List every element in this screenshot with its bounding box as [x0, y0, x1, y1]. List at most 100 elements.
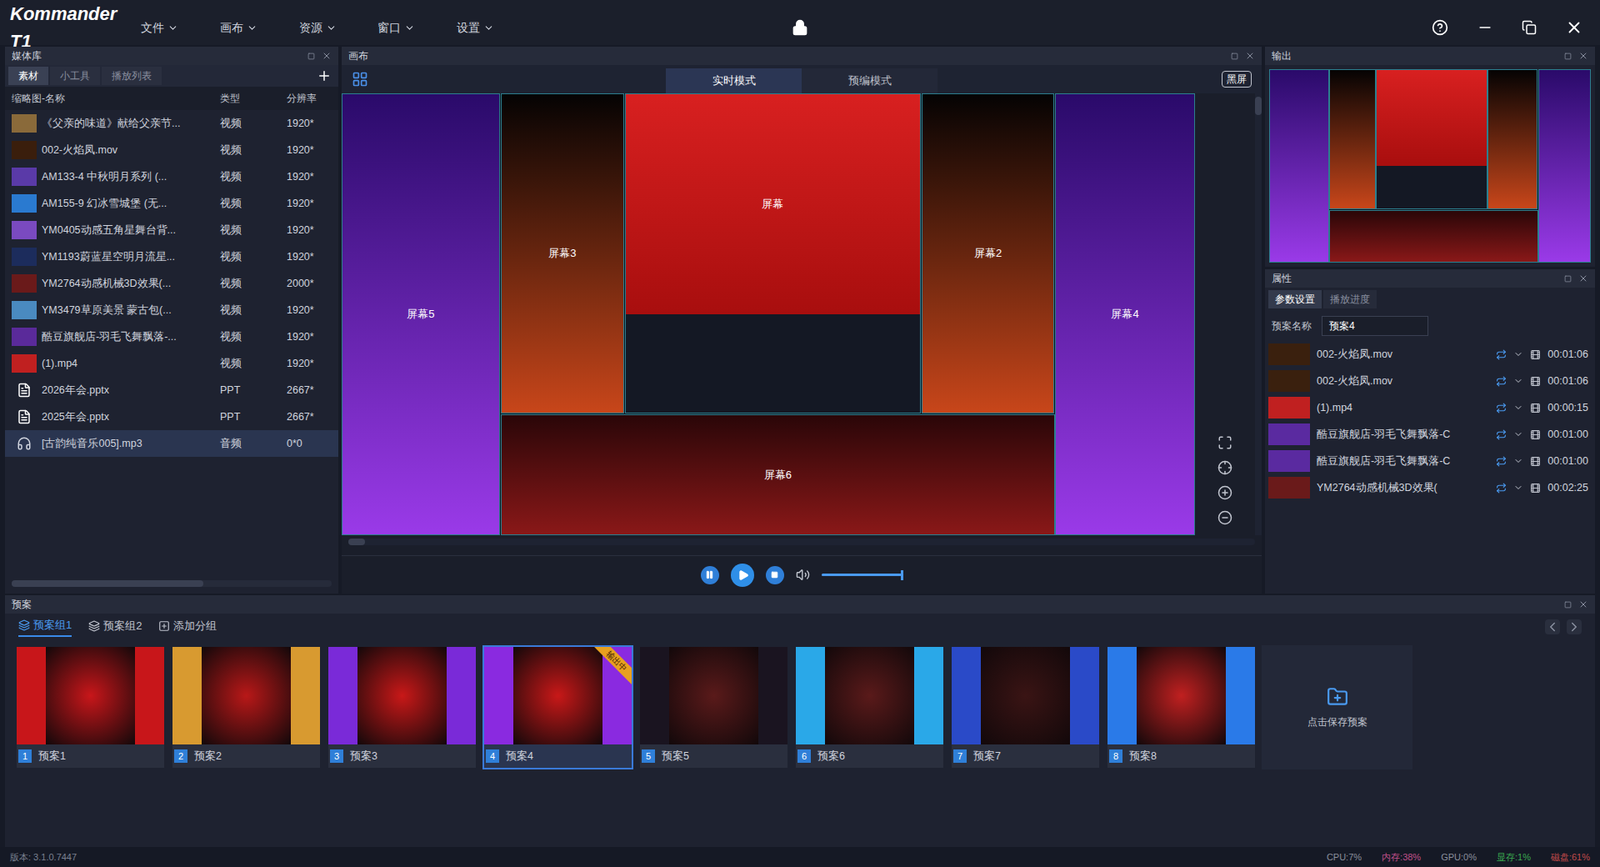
canvas-horizontal-scrollbar[interactable]: [348, 538, 1255, 545]
close-icon[interactable]: [321, 50, 332, 61]
close-icon[interactable]: [1578, 273, 1589, 284]
screen[interactable]: [1538, 69, 1591, 263]
pause-button[interactable]: [700, 565, 720, 585]
screen[interactable]: 屏幕5: [341, 93, 500, 535]
float-icon[interactable]: [1230, 52, 1239, 60]
dropdown-icon[interactable]: [1513, 402, 1524, 413]
close-icon[interactable]: [1578, 599, 1589, 610]
layout-grid-icon[interactable]: [351, 70, 369, 88]
menu-item[interactable]: 资源: [299, 19, 379, 37]
volume-icon[interactable]: [795, 567, 810, 582]
play-button[interactable]: [730, 563, 755, 587]
screen[interactable]: [1329, 69, 1376, 210]
fit-view-icon[interactable]: [1217, 435, 1233, 450]
float-icon[interactable]: [1564, 275, 1572, 283]
media-icon[interactable]: [1530, 402, 1541, 414]
horizontal-scrollbar[interactable]: [11, 580, 332, 587]
close-icon[interactable]: [1245, 50, 1255, 61]
save-preset-card[interactable]: 点击保存预案: [1261, 645, 1413, 770]
media-row[interactable]: YM1193蔚蓝星空明月流星...视频1920*: [5, 243, 339, 270]
loop-icon[interactable]: [1495, 455, 1507, 467]
preset-media-item[interactable]: 002-火焰凤.mov00:01:06: [1265, 367, 1595, 395]
preset-card[interactable]: 7预案7: [950, 645, 1101, 770]
media-row[interactable]: YM2764动感机械3D效果(...视频2000*: [5, 270, 339, 297]
menu-item[interactable]: 窗口: [377, 19, 457, 37]
restore-icon[interactable]: [1521, 20, 1537, 35]
close-icon[interactable]: [1578, 50, 1589, 61]
media-row[interactable]: 2025年会.pptxPPT2667*: [5, 403, 339, 430]
preset-card[interactable]: 8预案8: [1105, 645, 1257, 770]
minimize-icon[interactable]: [1476, 19, 1494, 36]
blackout-button[interactable]: 黑屏: [1221, 70, 1252, 88]
preset-group-tab[interactable]: 预案组1: [18, 616, 72, 637]
screen[interactable]: [1329, 210, 1539, 263]
zoom-out-icon[interactable]: [1217, 510, 1233, 525]
media-icon[interactable]: [1530, 349, 1541, 360]
vertical-scrollbar[interactable]: [1255, 93, 1262, 535]
preset-name-input[interactable]: 预案4: [1321, 315, 1429, 336]
menu-item[interactable]: 设置: [456, 19, 536, 37]
screen[interactable]: [1269, 69, 1330, 263]
preset-group-tab[interactable]: 预案组2: [88, 617, 142, 636]
loop-icon[interactable]: [1495, 375, 1507, 387]
properties-tab[interactable]: 参数设置: [1268, 290, 1322, 309]
loop-icon[interactable]: [1495, 402, 1507, 414]
lock-icon[interactable]: [791, 19, 809, 36]
properties-tab[interactable]: 播放进度: [1323, 290, 1377, 309]
media-row[interactable]: YM0405动感五角星舞台背...视频1920*: [5, 216, 339, 244]
stop-button[interactable]: [765, 565, 785, 585]
preset-card[interactable]: 6预案6: [794, 645, 945, 770]
preset-card[interactable]: 输出中4预案4: [482, 645, 634, 770]
mode-tab[interactable]: 预编模式: [801, 68, 938, 94]
media-row[interactable]: [古韵纯音乐005].mp3音频0*0: [5, 430, 339, 457]
dropdown-icon[interactable]: [1513, 429, 1524, 440]
media-row[interactable]: 酷豆旗舰店-羽毛飞舞飘落-...视频1920*: [5, 323, 339, 350]
dropdown-icon[interactable]: [1513, 375, 1524, 386]
media-icon[interactable]: [1530, 375, 1541, 387]
media-row[interactable]: (1).mp4视频1920*: [5, 350, 339, 377]
loop-icon[interactable]: [1495, 482, 1507, 494]
dropdown-icon[interactable]: [1513, 455, 1524, 466]
menu-item[interactable]: 画布: [220, 19, 300, 37]
media-row[interactable]: 002-火焰凤.mov视频1920*: [5, 136, 339, 164]
prev-page-icon[interactable]: [1545, 619, 1560, 635]
screen[interactable]: [1375, 69, 1488, 210]
float-icon[interactable]: [307, 52, 315, 60]
preset-media-item[interactable]: 酷豆旗舰店-羽毛飞舞飘落-C00:01:00: [1265, 420, 1595, 448]
close-window-icon[interactable]: [1565, 18, 1584, 37]
preset-media-item[interactable]: (1).mp400:00:15: [1265, 394, 1595, 421]
next-page-icon[interactable]: [1566, 619, 1582, 635]
dropdown-icon[interactable]: [1513, 349, 1524, 360]
screen[interactable]: 屏幕6: [500, 414, 1055, 535]
media-row[interactable]: 《父亲的味道》献给父亲节...视频1920*: [5, 110, 339, 137]
media-icon[interactable]: [1530, 429, 1541, 440]
add-media-icon[interactable]: [316, 68, 332, 84]
preset-media-item[interactable]: 002-火焰凤.mov00:01:06: [1265, 340, 1595, 368]
mode-tab[interactable]: 实时模式: [665, 68, 802, 94]
screen[interactable]: 屏幕2: [921, 93, 1055, 414]
screen[interactable]: 屏幕: [625, 93, 921, 414]
preset-card[interactable]: 3预案3: [326, 645, 478, 770]
volume-slider[interactable]: [821, 570, 904, 580]
media-row[interactable]: AM155-9 幻冰雪城堡 (无...视频1920*: [5, 190, 339, 217]
media-icon[interactable]: [1530, 482, 1541, 494]
dropdown-icon[interactable]: [1513, 482, 1524, 493]
menu-item[interactable]: 文件: [140, 19, 220, 37]
preset-card[interactable]: 1预案1: [15, 645, 166, 770]
screen[interactable]: 屏幕3: [500, 93, 625, 414]
preset-card[interactable]: 2预案2: [170, 645, 322, 770]
add-group-button[interactable]: 添加分组: [158, 617, 217, 636]
media-row[interactable]: 2026年会.pptxPPT2667*: [5, 376, 339, 404]
media-row[interactable]: YM3479草原美景 蒙古包(...视频1920*: [5, 296, 339, 324]
media-row[interactable]: AM133-4 中秋明月系列 (...视频1920*: [5, 163, 339, 190]
screen[interactable]: 屏幕4: [1055, 93, 1195, 535]
media-tab[interactable]: 小工具: [50, 66, 100, 85]
screen[interactable]: [1487, 69, 1538, 210]
preset-media-item[interactable]: YM2764动感机械3D效果(00:02:25: [1265, 474, 1595, 501]
zoom-in-icon[interactable]: [1217, 485, 1233, 500]
help-icon[interactable]: [1431, 19, 1449, 36]
preset-media-item[interactable]: 酷豆旗舰店-羽毛飞舞飘落-C00:01:00: [1265, 447, 1595, 475]
loop-icon[interactable]: [1495, 349, 1507, 360]
center-view-icon[interactable]: [1217, 460, 1233, 475]
media-icon[interactable]: [1530, 455, 1541, 467]
